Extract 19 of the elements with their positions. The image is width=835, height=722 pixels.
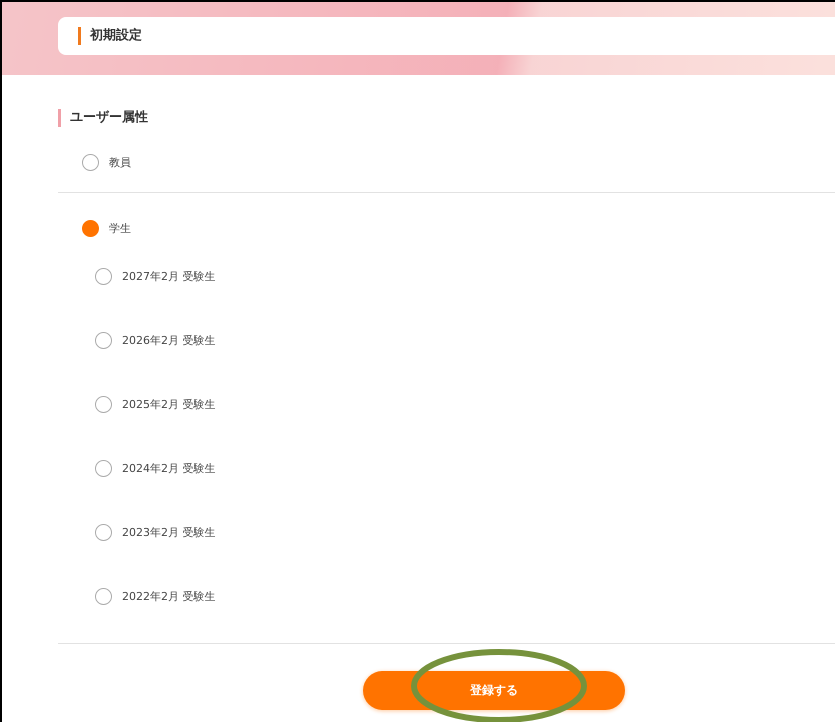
option-label: 2024年2月 受験生 — [122, 460, 216, 476]
radio-button[interactable] — [95, 396, 112, 412]
option-label: 2027年2月 受験生 — [122, 268, 216, 284]
radio-button[interactable] — [82, 154, 99, 170]
option-label: 教員 — [109, 154, 131, 170]
radio-button[interactable] — [95, 460, 112, 476]
option-label: 2026年2月 受験生 — [122, 332, 216, 348]
option-label: 学生 — [109, 220, 131, 236]
radio-button[interactable] — [95, 588, 112, 604]
radio-button[interactable] — [95, 268, 112, 284]
radio-button[interactable] — [95, 524, 112, 540]
option-label: 2022年2月 受験生 — [122, 588, 216, 604]
option-label: 2023年2月 受験生 — [122, 524, 216, 540]
radio-button[interactable] — [95, 332, 112, 348]
option-label: 2025年2月 受験生 — [122, 396, 216, 412]
radio-button[interactable] — [82, 220, 99, 236]
register-button[interactable]: 登録する — [363, 671, 625, 710]
section-title: ユーザー属性 — [58, 109, 835, 127]
page-title: 初期設定 — [78, 27, 142, 45]
